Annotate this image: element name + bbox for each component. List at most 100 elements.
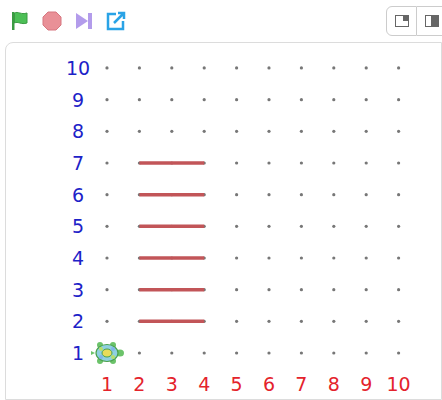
grid-dot xyxy=(235,193,238,196)
grid-dot xyxy=(105,66,108,69)
grid-dot xyxy=(332,98,335,101)
grid-dot xyxy=(235,66,238,69)
grid-dot xyxy=(105,320,108,323)
grid-dot xyxy=(267,256,270,259)
grid-dot xyxy=(332,288,335,291)
drawn-line xyxy=(139,288,204,292)
small-stage-icon[interactable] xyxy=(386,6,417,36)
grid-dot xyxy=(105,98,108,101)
x-label: 2 xyxy=(133,373,145,395)
grid-dot xyxy=(267,98,270,101)
grid-dot xyxy=(105,225,108,228)
grid-dot xyxy=(105,288,108,291)
grid-dot xyxy=(267,320,270,323)
grid-dot xyxy=(235,256,238,259)
x-label: 8 xyxy=(328,373,340,395)
grid-dot xyxy=(203,98,206,101)
grid-dot xyxy=(203,66,206,69)
grid-dot xyxy=(300,320,303,323)
stage: 1234567891012345678910 xyxy=(5,42,442,400)
grid-dot xyxy=(365,66,368,69)
grid-dot xyxy=(203,130,206,133)
grid-dot xyxy=(365,130,368,133)
turtle-icon[interactable] xyxy=(91,342,124,364)
grid-dot xyxy=(138,130,141,133)
y-label: 4 xyxy=(72,247,84,269)
grid-dot xyxy=(170,351,173,354)
grid-dot xyxy=(365,98,368,101)
green-flag-icon[interactable] xyxy=(8,9,32,33)
grid-dot xyxy=(397,320,400,323)
grid-dot xyxy=(397,256,400,259)
grid-dot xyxy=(300,225,303,228)
grid-dot xyxy=(235,161,238,164)
grid-dot xyxy=(300,66,303,69)
y-label: 2 xyxy=(72,310,84,332)
x-label: 3 xyxy=(166,373,178,395)
grid-dot xyxy=(365,161,368,164)
grid-dot xyxy=(397,161,400,164)
drawn-line xyxy=(139,161,204,165)
x-label: 5 xyxy=(231,373,243,395)
grid-dot xyxy=(365,225,368,228)
x-label: 6 xyxy=(263,373,275,395)
y-label: 1 xyxy=(72,342,84,364)
grid-dot xyxy=(332,256,335,259)
y-label: 10 xyxy=(66,57,90,79)
x-label: 4 xyxy=(198,373,210,395)
grid-dot xyxy=(332,225,335,228)
grid-dot xyxy=(105,256,108,259)
share-icon[interactable] xyxy=(104,9,128,33)
grid-dot xyxy=(235,288,238,291)
grid-dot xyxy=(300,161,303,164)
grid-dot xyxy=(267,351,270,354)
grid-dot xyxy=(397,130,400,133)
grid-dot xyxy=(332,320,335,323)
grid-dot xyxy=(203,351,206,354)
grid-dot xyxy=(267,161,270,164)
grid-dot xyxy=(365,351,368,354)
grid-dot xyxy=(397,193,400,196)
y-label: 5 xyxy=(72,215,84,237)
grid-dot xyxy=(397,288,400,291)
grid-dot xyxy=(267,288,270,291)
grid-dot xyxy=(170,98,173,101)
grid-dot xyxy=(332,193,335,196)
grid-dot xyxy=(300,288,303,291)
y-label: 7 xyxy=(72,152,84,174)
grid-dot xyxy=(235,225,238,228)
x-label: 1 xyxy=(101,373,113,395)
x-label: 10 xyxy=(387,373,411,395)
grid-dot xyxy=(300,130,303,133)
grid-dot xyxy=(235,320,238,323)
grid-dot xyxy=(300,193,303,196)
grid-dot xyxy=(235,130,238,133)
y-label: 9 xyxy=(72,89,84,111)
grid-dot xyxy=(365,193,368,196)
grid-dot xyxy=(300,351,303,354)
grid-dot xyxy=(365,288,368,291)
drawn-line xyxy=(139,225,204,229)
grid-dot xyxy=(170,66,173,69)
grid-dot xyxy=(267,225,270,228)
grid-dot xyxy=(105,161,108,164)
grid-dot xyxy=(332,130,335,133)
toolbar xyxy=(0,0,442,42)
grid-dot xyxy=(300,98,303,101)
grid-dot xyxy=(235,351,238,354)
grid-dot xyxy=(332,351,335,354)
grid-dot xyxy=(397,225,400,228)
grid-dot xyxy=(397,66,400,69)
normal-stage-icon[interactable] xyxy=(417,6,442,36)
grid-dot xyxy=(138,98,141,101)
y-label: 6 xyxy=(72,184,84,206)
grid-dot xyxy=(105,130,108,133)
stop-icon[interactable] xyxy=(40,9,64,33)
y-label: 8 xyxy=(72,120,84,142)
step-icon[interactable] xyxy=(72,9,96,33)
grid-dot xyxy=(170,130,173,133)
y-label: 3 xyxy=(72,279,84,301)
x-label: 7 xyxy=(295,373,307,395)
grid-dot xyxy=(397,98,400,101)
grid-dot xyxy=(267,193,270,196)
